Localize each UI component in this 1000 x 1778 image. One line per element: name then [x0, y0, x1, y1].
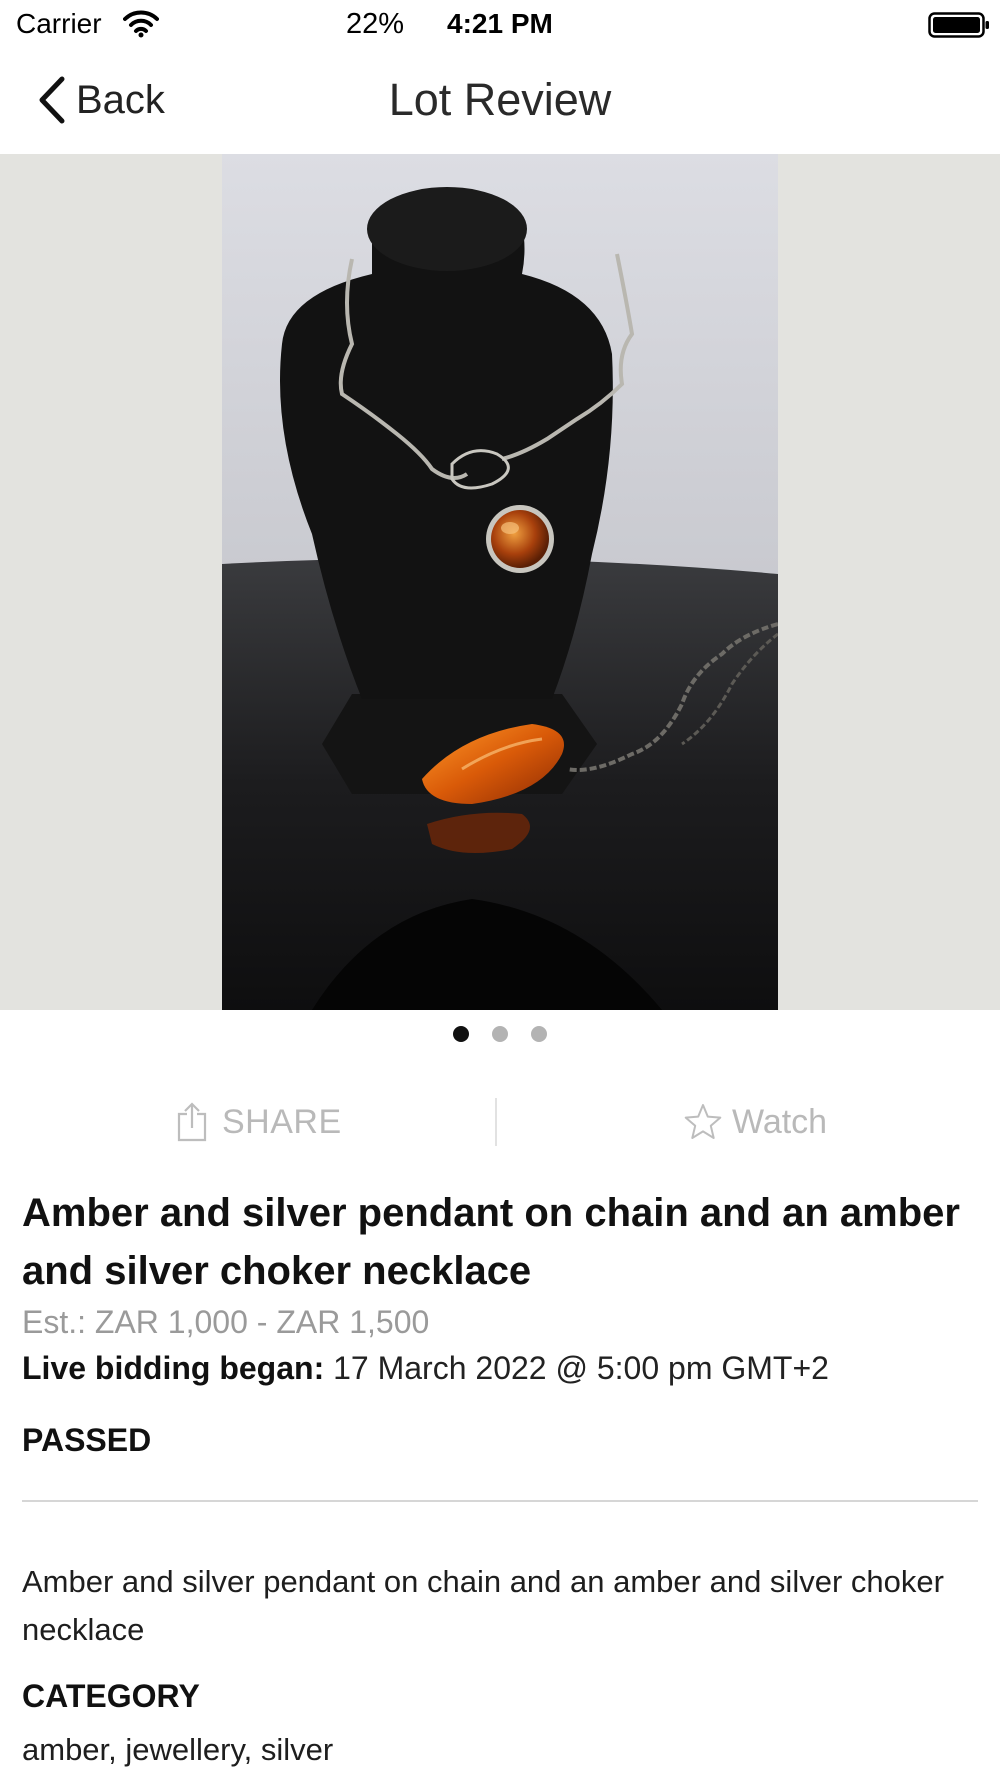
share-label: SHARE — [222, 1102, 342, 1141]
watch-button[interactable]: Watch — [684, 1096, 827, 1148]
page-dot-2[interactable] — [492, 1026, 508, 1042]
status-time: 4:21 PM — [447, 8, 553, 39]
action-divider — [495, 1098, 497, 1146]
star-icon — [684, 1104, 722, 1139]
battery-percent: 22% — [346, 8, 405, 40]
battery-icon — [928, 12, 989, 38]
section-divider — [22, 1500, 978, 1502]
page-title-text: Lot Review — [388, 74, 612, 125]
necklace-photo — [222, 154, 778, 1010]
page-dot-1[interactable] — [453, 1026, 469, 1042]
lot-title: Amber and silver pendant on chain and an… — [22, 1191, 960, 1293]
image-carousel[interactable] — [0, 154, 1000, 1010]
nav-bar: Back Lot Review — [0, 50, 1000, 154]
bidding-info: Live bidding began: 17 March 2022 @ 5:00… — [22, 1350, 829, 1387]
lot-description: Amber and silver pendant on chain and an… — [22, 1564, 944, 1647]
share-button[interactable]: SHARE — [176, 1096, 342, 1148]
action-row: SHARE Watch — [0, 1096, 1000, 1148]
carrier-label: Carrier — [16, 8, 102, 39]
share-icon — [177, 1102, 207, 1142]
lot-estimate: Est.: ZAR 1,000 - ZAR 1,500 — [22, 1304, 430, 1340]
bidding-label: Live bidding began: — [22, 1350, 325, 1386]
wifi-icon — [123, 10, 159, 38]
category-value: amber, jewellery, silver — [22, 1732, 334, 1767]
status-bar: Carrier 22% 4:21 PM — [0, 0, 1000, 50]
bidding-date: 17 March 2022 @ 5:00 pm GMT+2 — [324, 1350, 829, 1386]
watch-label: Watch — [732, 1102, 828, 1141]
page-dot-3[interactable] — [531, 1026, 547, 1042]
category-heading: CATEGORY — [22, 1678, 200, 1714]
page-indicator[interactable] — [0, 1026, 1000, 1046]
page-title: Lot Review — [0, 74, 1000, 126]
lot-status: PASSED — [22, 1422, 152, 1458]
